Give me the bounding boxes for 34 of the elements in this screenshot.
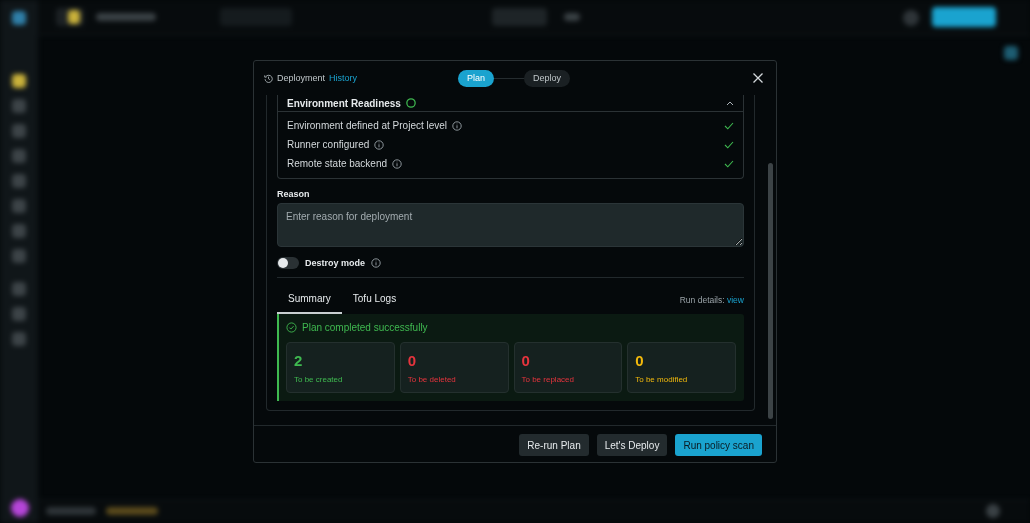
run-details-text: Run details: view (679, 295, 744, 305)
reason-field[interactable]: Enter reason for deployment (277, 203, 744, 247)
info-icon (371, 258, 382, 268)
check-item-label: Runner configured (287, 139, 370, 150)
check-item-label: Remote state backend (287, 158, 388, 169)
toggle-label: Destroy mode (305, 258, 366, 268)
action-button[interactable]: Let's Deploy (596, 434, 668, 456)
info-icon (452, 120, 463, 131)
action-button[interactable]: Re-run Plan (519, 434, 589, 456)
stat-label: To be replaced (521, 375, 575, 385)
stat-value: 0 (521, 352, 531, 370)
info-icon (392, 158, 403, 169)
history-icon (264, 73, 273, 83)
dialog-title: Deployment (277, 73, 326, 83)
step-tab[interactable]: Deploy (524, 69, 570, 87)
action-button[interactable]: Run policy scan (675, 434, 762, 456)
check-circle-icon (286, 322, 297, 333)
view-link[interactable]: view (727, 295, 744, 305)
field-label: Reason (277, 189, 311, 199)
section-title: Environment Readiness (287, 97, 401, 109)
stat-value: 0 (407, 352, 418, 370)
status-message: Plan completed successfully (302, 322, 428, 333)
close-button[interactable] (752, 72, 764, 84)
tab[interactable]: Tofu Logs (341, 286, 408, 314)
stat-value: 0 (635, 352, 645, 370)
stat-label: To be created (294, 375, 344, 385)
history-link[interactable]: History (329, 73, 358, 83)
caret-icon[interactable] (726, 100, 734, 106)
stat-label: To be deleted (407, 375, 457, 385)
info-icon (374, 139, 385, 150)
check-item-label: Environment defined at Project level (287, 120, 448, 131)
stat-label: To be modified (635, 375, 689, 385)
toggle-switch[interactable] (277, 257, 299, 269)
stat-value: 2 (294, 352, 304, 370)
